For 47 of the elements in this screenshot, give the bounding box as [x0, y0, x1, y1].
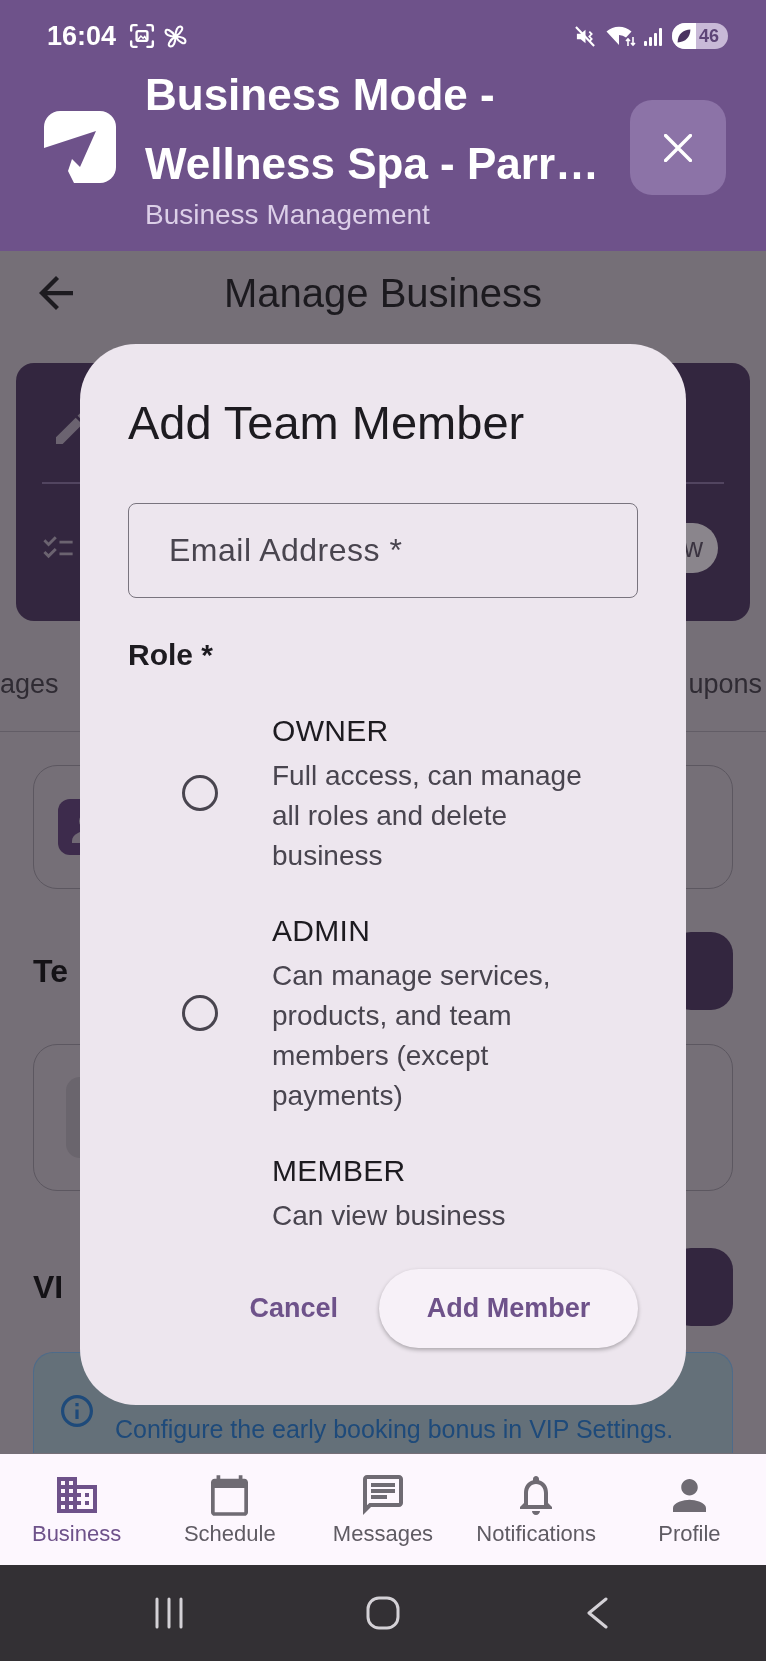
radio-button[interactable] — [182, 994, 218, 1031]
section-title: VI — [33, 1268, 64, 1307]
page-title: Manage Business — [224, 270, 542, 317]
close-icon — [664, 133, 692, 162]
role-label: Role * — [128, 637, 215, 673]
info-text: Configure the early booking bonus in VIP Settings. — [115, 1414, 674, 1445]
screenshot-icon — [129, 23, 156, 49]
mute-icon — [575, 25, 596, 47]
app-logo-icon — [44, 111, 116, 183]
back-arrow-icon — [39, 276, 73, 310]
section-title: Te — [33, 952, 68, 991]
cancel-button[interactable]: Cancel — [225, 1269, 362, 1348]
close-button[interactable] — [630, 100, 726, 195]
nav-item[interactable]: Profile — [612, 1454, 766, 1565]
back-button[interactable] — [39, 276, 73, 310]
bell-icon — [520, 1475, 553, 1515]
building-icon — [56, 1477, 97, 1513]
role-description: Can manage services, products, and team members (except payments) — [272, 959, 552, 1113]
pinwheel-icon — [163, 23, 189, 49]
person-icon — [672, 1478, 706, 1512]
home-icon — [366, 1596, 400, 1630]
signal-icon — [643, 26, 663, 46]
radio-button[interactable] — [182, 774, 218, 811]
status-time: 16:04 — [47, 20, 117, 52]
nav-item[interactable]: Schedule — [153, 1454, 307, 1565]
battery-level: 46 — [699, 25, 720, 47]
wifi-icon — [606, 25, 637, 47]
checklist-icon — [43, 536, 73, 560]
back-icon — [586, 1597, 608, 1629]
role-description: Full access, can manage all roles and delete business — [272, 759, 583, 873]
role-name: OWNER — [272, 713, 390, 749]
info-icon — [61, 1395, 93, 1427]
leaf-icon — [676, 28, 692, 44]
role-description: Can view business — [272, 1199, 507, 1233]
role-name: MEMBER — [272, 1153, 407, 1189]
dialog-title: Add Team Member — [128, 395, 526, 451]
add-member-button[interactable]: Add Member — [379, 1269, 638, 1348]
email-field[interactable]: Email Address * — [128, 503, 638, 598]
nav-item[interactable]: Notifications — [459, 1454, 613, 1565]
calendar-icon — [211, 1474, 249, 1516]
message-icon — [363, 1475, 403, 1515]
role-name: ADMIN — [272, 913, 372, 949]
header-subtitle: Business Management — [145, 198, 431, 232]
recent-apps-icon — [154, 1597, 184, 1629]
header-title: Business Mode - Wellness Spa - Parr… — [145, 69, 601, 190]
nav-item[interactable]: Messages — [306, 1454, 460, 1565]
nav-item[interactable]: Business — [0, 1454, 154, 1565]
